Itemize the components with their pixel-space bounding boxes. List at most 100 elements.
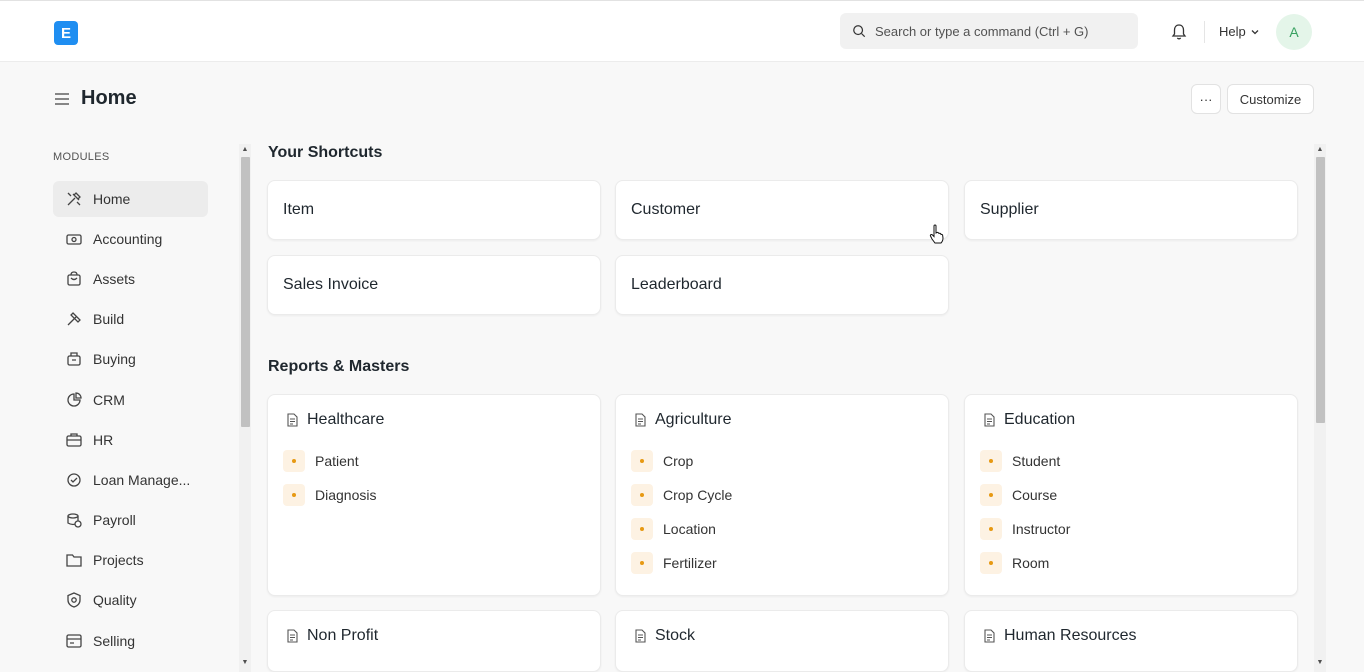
link-dot-icon — [631, 484, 653, 506]
shortcut-customer[interactable]: Customer — [615, 180, 949, 240]
shortcut-supplier[interactable]: Supplier — [964, 180, 1298, 240]
customize-button[interactable]: Customize — [1227, 84, 1314, 114]
link-label: Room — [1012, 555, 1050, 571]
link-dot-icon — [283, 450, 305, 472]
sidebar-item-crm[interactable]: CRM — [53, 382, 208, 418]
folder-icon — [66, 554, 82, 567]
card-header[interactable]: Stock — [633, 627, 695, 645]
shortcut-leaderboard[interactable]: Leaderboard — [615, 255, 949, 315]
sidebar-scrollbar-thumb[interactable] — [241, 157, 250, 427]
navbar: E Help A — [0, 0, 1364, 62]
document-icon — [635, 413, 646, 427]
loan-icon — [67, 473, 81, 487]
money-icon — [66, 234, 82, 245]
card-title: Stock — [655, 627, 696, 644]
document-icon — [635, 629, 646, 643]
link-dot-icon — [631, 450, 653, 472]
link-location[interactable]: Location — [631, 518, 716, 540]
main-scrollbar-thumb[interactable] — [1316, 157, 1325, 423]
scroll-up-arrow[interactable]: ▲ — [239, 146, 251, 153]
sidebar-item-hr[interactable]: HR — [53, 422, 208, 458]
card-header[interactable]: Human Resources — [982, 627, 1137, 645]
link-dot-icon — [283, 484, 305, 506]
link-crop-cycle[interactable]: Crop Cycle — [631, 484, 732, 506]
link-label: Location — [663, 521, 716, 537]
build-icon — [67, 312, 81, 326]
card-non-profit: Non Profit — [267, 610, 601, 672]
link-course[interactable]: Course — [980, 484, 1057, 506]
link-crop[interactable]: Crop — [631, 450, 693, 472]
sidebar-item-label: Accounting — [93, 231, 163, 247]
shortcut-sales-invoice[interactable]: Sales Invoice — [267, 255, 601, 315]
sidebar-item-label: Home — [93, 191, 131, 207]
sidebar-item-home[interactable]: Home — [53, 181, 208, 217]
link-room[interactable]: Room — [980, 552, 1049, 574]
link-label: Course — [1012, 487, 1058, 503]
card-title: Education — [1004, 411, 1076, 428]
document-icon — [984, 629, 995, 643]
document-icon — [287, 413, 298, 427]
link-diagnosis[interactable]: Diagnosis — [283, 484, 376, 506]
card-header[interactable]: Agriculture — [633, 411, 731, 429]
sidebar-item-label: Loan Manage... — [93, 472, 191, 488]
card-agriculture: Agriculture Crop Crop Cycle Location Fer… — [615, 394, 949, 596]
link-instructor[interactable]: Instructor — [980, 518, 1070, 540]
more-actions-button[interactable]: ··· — [1191, 84, 1221, 114]
chevron-down-icon — [1251, 29, 1259, 34]
shortcut-item[interactable]: Item — [267, 180, 601, 240]
sidebar-item-label: Selling — [93, 633, 136, 649]
sidebar-item-build[interactable]: Build — [53, 301, 208, 337]
card-human-resources: Human Resources — [964, 610, 1298, 672]
hr-icon — [66, 433, 82, 447]
link-dot-icon — [631, 552, 653, 574]
search-input[interactable] — [875, 23, 1125, 39]
sidebar-item-projects[interactable]: Projects — [53, 542, 208, 578]
avatar[interactable]: A — [1276, 14, 1312, 50]
link-label: Student — [1012, 453, 1061, 469]
app-logo[interactable]: E — [54, 21, 78, 45]
sidebar-item-label: HR — [93, 432, 114, 448]
sidebar-item-quality[interactable]: Quality — [53, 582, 208, 618]
quality-icon — [67, 592, 81, 608]
card-title: Non Profit — [307, 627, 379, 644]
sidebar-toggle-icon[interactable] — [54, 92, 70, 106]
sidebar-item-accounting[interactable]: Accounting — [53, 221, 208, 257]
reports-heading: Reports & Masters — [268, 358, 410, 375]
sidebar-item-label: Payroll — [93, 512, 136, 528]
scroll-down-arrow[interactable]: ▼ — [1314, 659, 1326, 666]
link-student[interactable]: Student — [980, 450, 1060, 472]
sidebar-item-label: Projects — [93, 552, 144, 568]
sidebar-item-label: CRM — [93, 392, 125, 408]
scroll-down-arrow[interactable]: ▼ — [239, 659, 251, 666]
sidebar-item-label: Build — [93, 311, 125, 327]
link-patient[interactable]: Patient — [283, 450, 359, 472]
link-dot-icon — [980, 552, 1002, 574]
sidebar-item-payroll[interactable]: Payroll — [53, 502, 208, 538]
sidebar-item-selling[interactable]: Selling — [53, 623, 208, 659]
help-dropdown[interactable]: Help — [1219, 24, 1260, 39]
card-header[interactable]: Education — [982, 411, 1075, 429]
link-dot-icon — [980, 484, 1002, 506]
scroll-up-arrow[interactable]: ▲ — [1314, 146, 1326, 153]
sidebar-item-assets[interactable]: Assets — [53, 261, 208, 297]
link-dot-icon — [980, 518, 1002, 540]
link-label: Instructor — [1012, 521, 1071, 537]
tools-icon — [67, 192, 81, 206]
shortcuts-heading: Your Shortcuts — [268, 144, 383, 161]
hand-cursor-icon — [929, 224, 944, 244]
sidebar-item-loan-management[interactable]: Loan Manage... — [53, 462, 208, 498]
sidebar-item-buying[interactable]: Buying — [53, 341, 208, 377]
link-label: Fertilizer — [663, 555, 717, 571]
link-dot-icon — [631, 518, 653, 540]
crm-icon — [67, 392, 82, 407]
card-header[interactable]: Healthcare — [285, 411, 384, 429]
buying-icon — [67, 352, 81, 366]
sidebar-item-label: Buying — [93, 351, 136, 367]
card-header[interactable]: Non Profit — [285, 627, 378, 645]
page-title: Home — [81, 87, 137, 109]
link-fertilizer[interactable]: Fertilizer — [631, 552, 717, 574]
bell-icon[interactable] — [1170, 23, 1188, 41]
document-icon — [984, 413, 995, 427]
link-label: Patient — [315, 453, 359, 469]
search-bar[interactable] — [840, 13, 1138, 49]
